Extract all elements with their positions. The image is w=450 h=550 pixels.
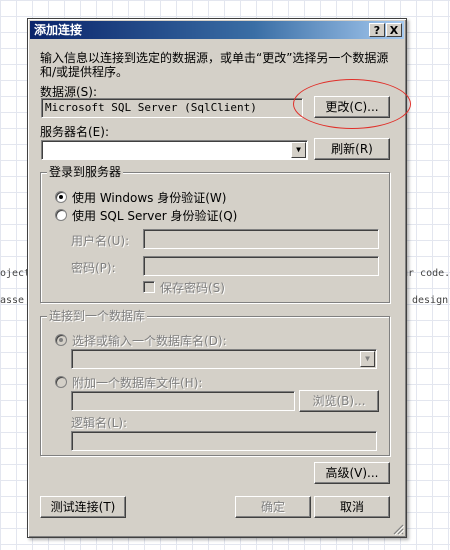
select-database-label: 选择或输入一个数据库名(D):: [72, 334, 227, 348]
help-button[interactable]: ?: [369, 23, 385, 37]
logical-name-label: 逻辑名(L):: [71, 416, 128, 430]
server-name-combobox[interactable]: ▼: [41, 140, 308, 160]
login-group-title: 登录到服务器: [47, 165, 124, 179]
logical-name-field: [71, 431, 377, 451]
chevron-down-icon[interactable]: ▼: [291, 142, 306, 158]
select-database-radio: [55, 334, 67, 346]
attach-database-radio: [55, 376, 67, 388]
password-field: [143, 256, 379, 276]
cancel-button[interactable]: 取消: [314, 496, 390, 518]
dialog-title: 添加连接: [34, 23, 83, 37]
annotation-circle: [293, 79, 411, 129]
database-name-combobox: ▼: [71, 349, 377, 369]
browse-button: 浏览(B)...: [299, 390, 379, 412]
database-group: 连接到一个数据库 选择或输入一个数据库名(D): ▼ 附加一个数据库文件(H):…: [40, 309, 390, 456]
username-field: [143, 229, 379, 249]
dialog-description: 输入信息以连接到选定的数据源，或单击“更改”选择另一个数据源和/或提供程序。: [40, 51, 389, 79]
attach-database-label: 附加一个数据库文件(H):: [72, 376, 203, 390]
server-name-label: 服务器名(E):: [40, 125, 109, 139]
resize-grip-icon[interactable]: [392, 523, 404, 535]
background-text: design: [412, 295, 449, 306]
close-button[interactable]: X: [386, 23, 402, 37]
background-text: oject: [0, 268, 31, 279]
datasource-field: Microsoft SQL Server (SqlClient): [41, 98, 303, 118]
background-text: ur code.: [402, 268, 450, 279]
username-label: 用户名(U):: [71, 234, 130, 248]
test-connection-button[interactable]: 测试连接(T): [40, 496, 126, 518]
database-file-field: [71, 391, 295, 411]
sql-auth-label[interactable]: 使用 SQL Server 身份验证(Q): [72, 207, 237, 224]
save-password-checkbox: [143, 281, 155, 293]
refresh-button[interactable]: 刷新(R): [314, 138, 390, 160]
advanced-button[interactable]: 高级(V)...: [314, 462, 390, 484]
database-group-title: 连接到一个数据库: [47, 309, 148, 323]
dialog-title-bar[interactable]: 添加连接 ? X: [30, 21, 404, 39]
windows-auth-radio[interactable]: [55, 191, 67, 203]
windows-auth-label[interactable]: 使用 Windows 身份验证(W): [72, 189, 226, 206]
password-label: 密码(P):: [71, 261, 116, 275]
save-password-label: 保存密码(S): [160, 281, 225, 295]
background-text: asse: [0, 295, 25, 306]
sql-auth-radio[interactable]: [55, 209, 67, 221]
chevron-down-icon: ▼: [360, 351, 375, 367]
login-group: 登录到服务器 使用 Windows 身份验证(W) 使用 SQL Server …: [40, 165, 390, 303]
ok-button: 确定: [235, 496, 311, 518]
